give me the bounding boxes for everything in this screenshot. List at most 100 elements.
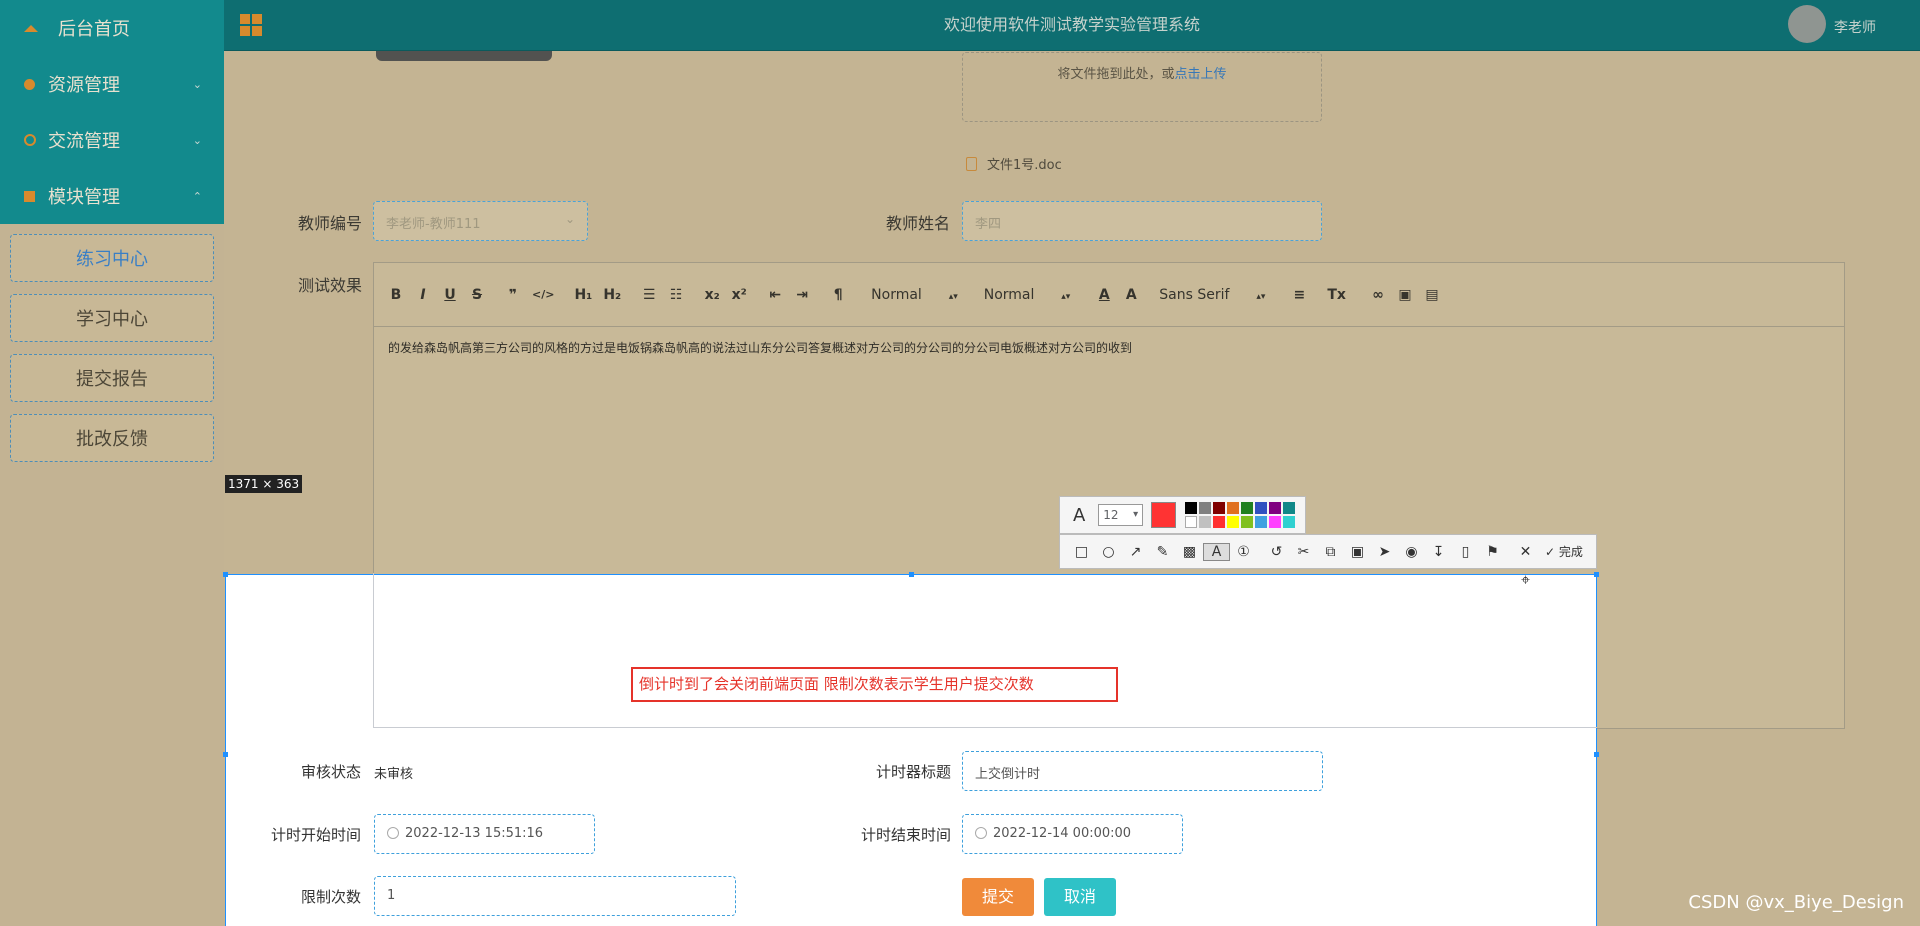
upload-tip: 将文件拖到此处，或点击上传 xyxy=(1057,67,1227,82)
fit-icon[interactable]: ▣ xyxy=(1344,544,1371,560)
color-swatch[interactable] xyxy=(1269,502,1282,514)
done-button[interactable]: ✓ 完成 xyxy=(1545,543,1583,560)
submenu-review-feedback[interactable]: 批改反馈 xyxy=(10,414,214,462)
text-icon[interactable]: A xyxy=(1203,542,1230,561)
editor-content[interactable]: 的发给森岛帆高第三方公司的风格的方过是电饭锅森岛帆高的说法过山东分公司答复概述对… xyxy=(374,327,1844,368)
header-title: 欢迎使用软件测试教学实验管理系统 xyxy=(943,15,1200,34)
color-swatch[interactable] xyxy=(1213,516,1226,528)
align-button[interactable]: ≡ xyxy=(1291,287,1307,303)
quote-button[interactable]: ❞ xyxy=(505,287,521,303)
chevron-down-icon: ⌄ xyxy=(192,78,202,91)
image-icon[interactable]: ▣ xyxy=(1397,287,1413,303)
subscript-button[interactable]: x₂ xyxy=(704,287,720,303)
font-select[interactable]: Sans Serif xyxy=(1159,287,1265,303)
cancel-button[interactable]: 取消 xyxy=(1044,878,1116,916)
color-swatch[interactable] xyxy=(1227,502,1240,514)
video-icon[interactable]: ▤ xyxy=(1424,287,1440,303)
color-swatch[interactable] xyxy=(1269,516,1282,528)
editor-content-area xyxy=(373,573,1597,728)
capture-region: 倒计时到了会关闭前端页面 限制次数表示学生用户提交次数 审核状态 未审核 计时器… xyxy=(225,573,1597,926)
strike-button[interactable]: S xyxy=(469,287,485,303)
color-swatch[interactable] xyxy=(1199,502,1212,514)
copy-icon[interactable]: ⧉ xyxy=(1317,544,1344,560)
teacher-id-select[interactable]: 李老师-教师111 ⌄ xyxy=(373,201,588,241)
resize-handle[interactable] xyxy=(1594,752,1599,757)
color-swatch[interactable] xyxy=(1199,516,1212,528)
record-icon[interactable]: ◉ xyxy=(1398,544,1425,560)
file-item[interactable]: 文件1号.doc xyxy=(966,154,1062,173)
document-icon xyxy=(966,157,977,171)
timer-title-input[interactable]: 上交倒计时 xyxy=(962,751,1323,791)
teacher-name-input[interactable]: 李四 xyxy=(962,201,1322,241)
link-icon[interactable]: ∞ xyxy=(1370,287,1386,303)
undo-icon[interactable]: ↺ xyxy=(1263,544,1290,560)
resize-handle[interactable] xyxy=(909,572,914,577)
indent-button[interactable]: ⇥ xyxy=(794,287,810,303)
menu-item-home[interactable]: 后台首页 xyxy=(0,0,224,56)
color-swatch[interactable] xyxy=(1185,516,1198,528)
phone-icon[interactable]: ▯ xyxy=(1452,544,1479,560)
submenu-study-center[interactable]: 学习中心 xyxy=(10,294,214,342)
h2-button[interactable]: H₂ xyxy=(603,287,621,303)
current-color-swatch[interactable] xyxy=(1151,502,1177,528)
code-button[interactable]: </> xyxy=(532,288,554,301)
header: 欢迎使用软件测试教学实验管理系统 李老师 xyxy=(224,0,1920,51)
start-time-label: 计时开始时间 xyxy=(270,826,361,844)
avatar[interactable] xyxy=(1788,5,1826,43)
background-color-button[interactable]: A xyxy=(1123,287,1139,303)
resize-handle[interactable] xyxy=(223,752,228,757)
arrow-icon[interactable]: ↗ xyxy=(1122,544,1149,560)
clean-format-button[interactable]: Tx xyxy=(1327,287,1346,303)
start-time-picker[interactable]: 2022-12-13 15:51:16 xyxy=(374,814,595,854)
color-swatch[interactable] xyxy=(1241,502,1254,514)
capture-text-options: A 12 xyxy=(1059,496,1306,534)
pencil-icon[interactable]: ✎ xyxy=(1149,544,1176,560)
color-swatch[interactable] xyxy=(1241,516,1254,528)
mosaic-icon[interactable]: ▩ xyxy=(1176,544,1203,560)
outdent-button[interactable]: ⇤ xyxy=(767,287,783,303)
bookmark-icon[interactable]: ⚑ xyxy=(1479,544,1506,560)
end-time-picker[interactable]: 2022-12-14 00:00:00 xyxy=(962,814,1183,854)
header-select[interactable]: Normal xyxy=(984,287,1071,303)
superscript-button[interactable]: x² xyxy=(731,287,747,303)
italic-button[interactable]: I xyxy=(415,287,431,303)
size-select[interactable]: Normal xyxy=(871,287,958,303)
menu-item-module[interactable]: 模块管理 ⌃ xyxy=(0,168,224,224)
ordered-list-button[interactable]: ☰ xyxy=(641,287,657,303)
user-name[interactable]: 李老师 xyxy=(1834,17,1876,37)
color-swatch[interactable] xyxy=(1213,502,1226,514)
underline-button[interactable]: U xyxy=(442,287,458,303)
ellipse-icon[interactable]: ○ xyxy=(1095,544,1122,560)
upload-area[interactable]: 将文件拖到此处，或点击上传 xyxy=(962,52,1322,122)
color-swatch[interactable] xyxy=(1227,516,1240,528)
pin-icon[interactable]: ➤ xyxy=(1371,544,1398,560)
menu-item-chat[interactable]: 交流管理 ⌄ xyxy=(0,112,224,168)
color-swatch[interactable] xyxy=(1185,502,1198,514)
cut-icon[interactable]: ✂ xyxy=(1290,544,1317,560)
color-swatch[interactable] xyxy=(1283,502,1296,514)
resize-handle[interactable] xyxy=(1594,572,1599,577)
font-size-select[interactable]: 12 xyxy=(1098,504,1144,526)
color-swatch[interactable] xyxy=(1255,502,1268,514)
annotation-text-box[interactable]: 倒计时到了会关闭前端页面 限制次数表示学生用户提交次数 xyxy=(631,667,1118,702)
upload-link[interactable]: 点击上传 xyxy=(1175,67,1227,82)
submit-button[interactable]: 提交 xyxy=(962,878,1034,916)
bold-button[interactable]: B xyxy=(388,287,404,303)
number-icon[interactable]: ① xyxy=(1230,544,1257,560)
menu-item-resource[interactable]: 资源管理 ⌄ xyxy=(0,56,224,112)
resize-handle[interactable] xyxy=(223,572,228,577)
bullet-list-button[interactable]: ☷ xyxy=(668,287,684,303)
h1-button[interactable]: H₁ xyxy=(574,287,592,303)
close-icon[interactable]: ✕ xyxy=(1512,544,1539,560)
resource-icon xyxy=(24,78,35,90)
limit-value: 1 xyxy=(387,888,396,903)
limit-input[interactable]: 1 xyxy=(374,876,736,916)
submenu-practice-center[interactable]: 练习中心 xyxy=(10,234,214,282)
save-icon[interactable]: ↧ xyxy=(1425,544,1452,560)
color-swatch[interactable] xyxy=(1255,516,1268,528)
rectangle-icon[interactable]: □ xyxy=(1068,544,1095,560)
submenu-submit-report[interactable]: 提交报告 xyxy=(10,354,214,402)
text-color-button[interactable]: A xyxy=(1096,287,1112,303)
color-swatch[interactable] xyxy=(1283,516,1296,528)
direction-button[interactable]: ¶ xyxy=(830,287,846,303)
